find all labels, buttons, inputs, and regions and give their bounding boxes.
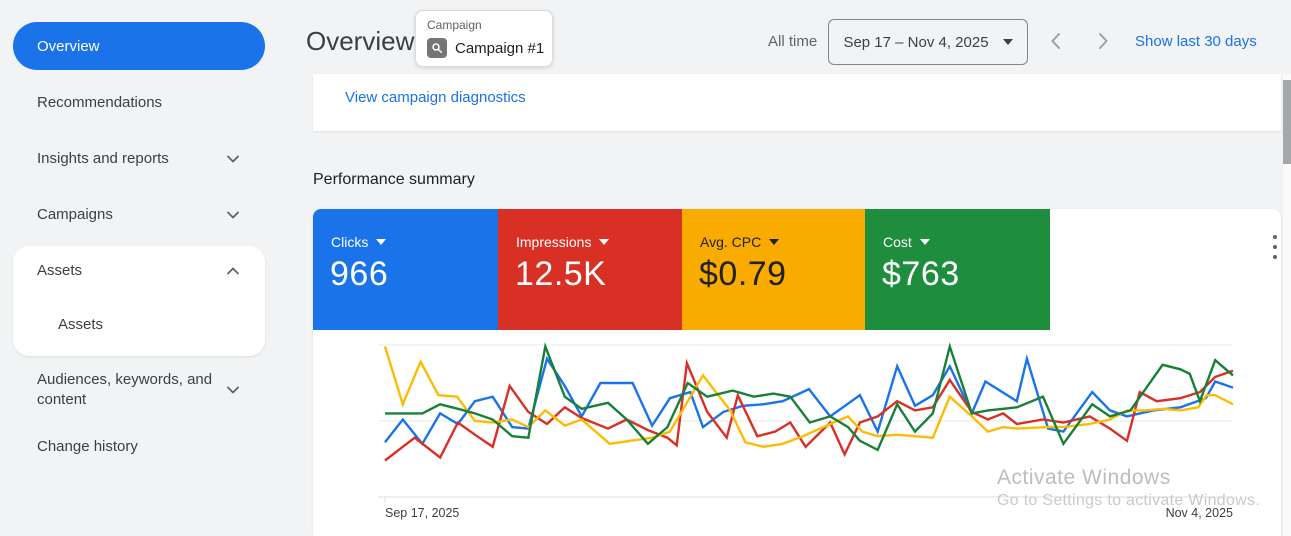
windows-activation-watermark: Activate Windows [997,466,1171,489]
dropdown-caret-icon [376,239,387,245]
magnifier-icon [427,38,447,58]
metric-tile-avg-cpc[interactable]: Avg. CPC $0.79 [682,209,865,330]
dropdown-caret-icon [1002,39,1013,45]
time-range-label: All time [768,33,818,50]
chart-line-impressions [384,358,1234,462]
metric-label: Avg. CPC [700,234,762,250]
sidebar-item-campaigns[interactable]: Campaigns [37,206,239,223]
sidebar-item-label: Insights and reports [37,150,169,167]
date-range-picker[interactable]: Sep 17 – Nov 4, 2025 [828,19,1028,65]
sidebar-item-label: Audiences, keywords, and content [37,371,213,408]
sidebar-item-change-history[interactable]: Change history [37,438,239,455]
sidebar-item-label: Campaigns [37,206,113,223]
dropdown-caret-icon [599,239,610,245]
dropdown-caret-icon [769,239,780,245]
sidebar-item-overview[interactable]: Overview [13,22,265,70]
metric-selector[interactable]: Impressions [516,234,610,250]
date-range-value: Sep 17 – Nov 4, 2025 [843,33,989,51]
metric-selector[interactable]: Cost [883,234,930,250]
metric-selector[interactable]: Clicks [331,234,387,250]
sidebar-item-label: Assets [37,262,83,279]
windows-activation-watermark-subtext: Go to Settings to activate Windows. [997,492,1261,509]
section-title: Performance summary [313,171,475,188]
chevron-down-icon [227,380,239,400]
metric-label: Impressions [516,234,592,250]
metric-value: 966 [330,255,389,293]
sidebar-group-assets: Assets Assets [13,246,265,356]
diagnostics-band: View campaign diagnostics [313,74,1281,131]
sidebar-item-insights-and-reports[interactable]: Insights and reports [37,150,239,167]
metric-value: 12.5K [515,255,607,293]
sidebar-item-label: Recommendations [37,94,163,111]
chevron-down-icon [227,206,239,223]
kebab-menu-icon[interactable] [1266,233,1284,261]
date-prev-button[interactable] [1042,30,1068,56]
chevron-right-icon [1098,32,1109,55]
metric-value: $763 [882,255,960,293]
dropdown-caret-icon [919,239,930,245]
chevron-up-icon [227,262,239,279]
sidebar-item-label: Change history [37,438,138,455]
sidebar: Overview Recommendations Insights and re… [0,0,290,536]
metric-tile-clicks[interactable]: Clicks 966 [313,209,498,330]
metric-value: $0.79 [699,255,787,293]
show-last-30-days-link[interactable]: Show last 30 days [1135,33,1257,50]
page-title: Overview [306,26,415,56]
sidebar-item-label: Overview [37,37,100,55]
sidebar-item-label: Assets [58,316,104,333]
chevron-left-icon [1050,32,1061,55]
date-next-button[interactable] [1090,30,1116,56]
view-campaign-diagnostics-link[interactable]: View campaign diagnostics [345,89,526,106]
chart-line-clicks [384,354,1234,446]
sidebar-item-assets[interactable]: Assets [37,262,239,279]
sidebar-item-recommendations[interactable]: Recommendations [37,94,239,111]
metric-tile-impressions[interactable]: Impressions 12.5K [498,209,682,330]
campaign-selector[interactable]: Campaign Campaign #1 [415,10,553,67]
app-root: Overview Recommendations Insights and re… [0,0,1291,536]
x-axis-start-label: Sep 17, 2025 [385,506,460,520]
chart-line-avg-cpc [383,346,1234,449]
scrollbar-thumb[interactable] [1283,80,1291,164]
sidebar-item-assets-sub[interactable]: Assets [58,316,103,333]
metric-selector[interactable]: Avg. CPC [700,234,780,250]
campaign-selector-value: Campaign #1 [455,39,545,57]
metric-tile-cost[interactable]: Cost $763 [865,209,1050,330]
metric-label: Clicks [331,234,369,250]
campaign-selector-label: Campaign [427,18,482,32]
sidebar-item-audiences-keywords-content[interactable]: Audiences, keywords, and content [37,370,239,410]
chevron-down-icon [227,150,239,167]
metric-label: Cost [883,234,912,250]
